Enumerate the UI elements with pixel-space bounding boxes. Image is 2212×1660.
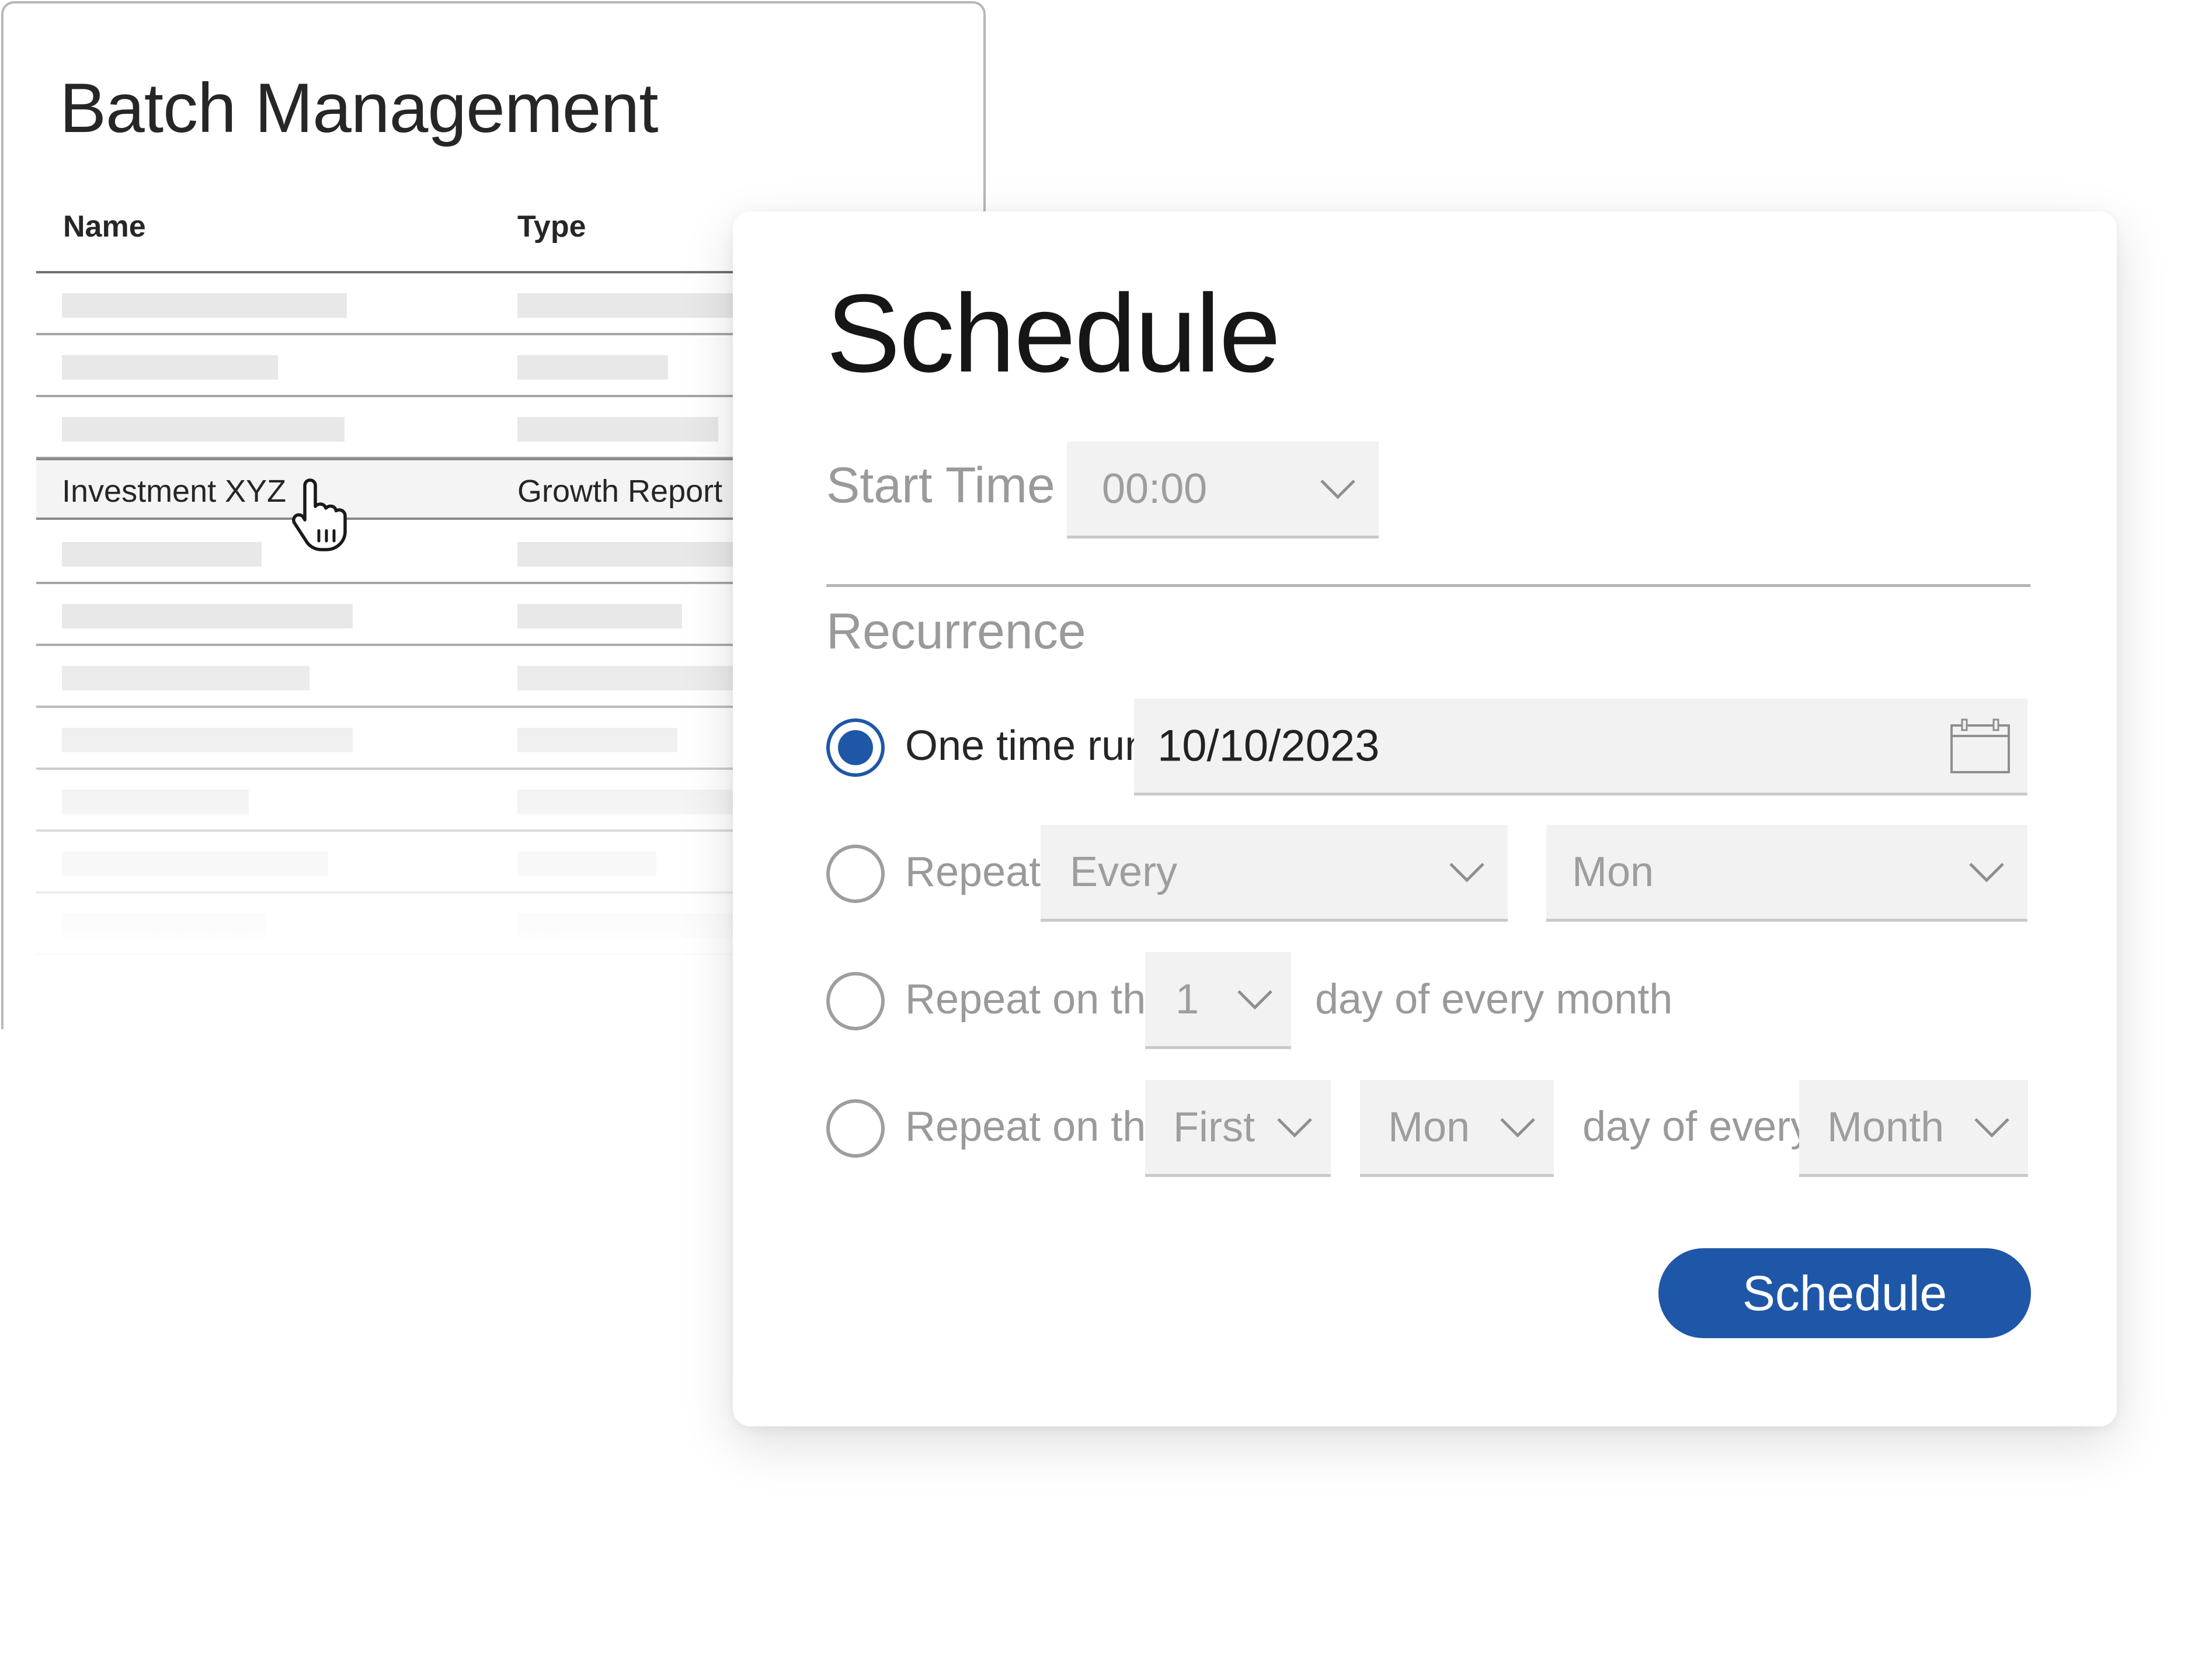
placeholder-bar: [517, 417, 718, 442]
schedule-button[interactable]: Schedule: [1658, 1248, 2031, 1338]
repeat-on-the-label: Repeat on the: [905, 976, 1170, 1023]
placeholder-bar: [62, 790, 249, 814]
chevron-down-icon: [1449, 862, 1484, 883]
radio-repeat-day-of-month[interactable]: [826, 972, 885, 1030]
repeat-day-select[interactable]: Mon: [1546, 825, 2027, 922]
placeholder-bar: [517, 852, 656, 876]
placeholder-bar: [62, 417, 345, 442]
day-of-every-label: day of every: [1583, 1103, 1812, 1150]
row-type: Growth Report: [517, 474, 723, 509]
column-header-name[interactable]: Name: [63, 209, 146, 244]
start-time-value: 00:00: [1102, 465, 1208, 512]
period-select[interactable]: Month: [1799, 1080, 2028, 1177]
placeholder-bar: [62, 604, 353, 628]
placeholder-bar: [62, 355, 278, 380]
chevron-down-icon: [1320, 479, 1355, 499]
radio-one-time-run[interactable]: [826, 718, 885, 777]
ordinal-value: First: [1173, 1103, 1255, 1151]
day-of-month-value: 1: [1175, 975, 1199, 1023]
placeholder-bar: [62, 852, 328, 876]
one-time-run-label: One time run: [905, 723, 1149, 769]
chevron-down-icon: [1969, 862, 2004, 883]
batch-management-title: Batch Management: [60, 69, 659, 147]
section-divider: [826, 584, 2030, 587]
chevron-down-icon: [1237, 989, 1272, 1010]
placeholder-bar: [517, 355, 668, 380]
placeholder-bar: [517, 293, 739, 318]
chevron-down-icon: [1500, 1117, 1535, 1138]
placeholder-bar: [62, 542, 262, 567]
repeat-day-value: Mon: [1572, 848, 1654, 895]
radio-repeat[interactable]: [826, 845, 885, 903]
repeat-interval-value: Every: [1070, 848, 1178, 895]
weekday-select[interactable]: Mon: [1360, 1080, 1554, 1177]
row-name: Investment XYZ: [62, 474, 287, 509]
column-header-type[interactable]: Type: [517, 209, 586, 244]
repeat-on-the-label: Repeat on the: [905, 1103, 1170, 1150]
period-value: Month: [1827, 1103, 1945, 1151]
recurrence-label: Recurrence: [826, 603, 1086, 659]
placeholder-bar: [517, 728, 677, 752]
placeholder-bar: [62, 293, 347, 318]
pointer-hand-icon: [292, 478, 347, 551]
ordinal-select[interactable]: First: [1145, 1080, 1331, 1177]
radio-selected-dot: [838, 730, 873, 765]
schedule-dialog-title: Schedule: [826, 272, 1281, 395]
repeat-interval-select[interactable]: Every: [1041, 825, 1508, 922]
placeholder-bar: [62, 666, 309, 690]
radio-repeat-weekday-of-month[interactable]: [826, 1099, 885, 1158]
schedule-dialog: Schedule Start Time 00:00 Recurrence One…: [733, 211, 2117, 1426]
placeholder-bar: [517, 542, 739, 567]
placeholder-bar: [62, 728, 353, 752]
day-of-month-select[interactable]: 1: [1145, 952, 1291, 1049]
placeholder-bar: [517, 604, 682, 628]
calendar-icon[interactable]: [1949, 718, 2011, 775]
day-of-every-month-label: day of every month: [1315, 976, 1673, 1023]
weekday-value: Mon: [1388, 1103, 1470, 1151]
start-time-label: Start Time: [826, 457, 1055, 513]
placeholder-bar: [62, 914, 266, 938]
one-time-date-field[interactable]: 10/10/2023: [1134, 699, 2027, 796]
placeholder-bar: [517, 914, 739, 938]
start-time-select[interactable]: 00:00: [1067, 442, 1379, 539]
placeholder-bar: [517, 666, 739, 690]
chevron-down-icon: [1974, 1117, 2009, 1138]
one-time-date-value: 10/10/2023: [1157, 721, 1380, 770]
chevron-down-icon: [1277, 1117, 1312, 1138]
placeholder-bar: [62, 975, 284, 1000]
placeholder-bar: [517, 790, 739, 814]
placeholder-bar: [517, 975, 693, 1000]
repeat-label: Repeat: [905, 849, 1041, 895]
